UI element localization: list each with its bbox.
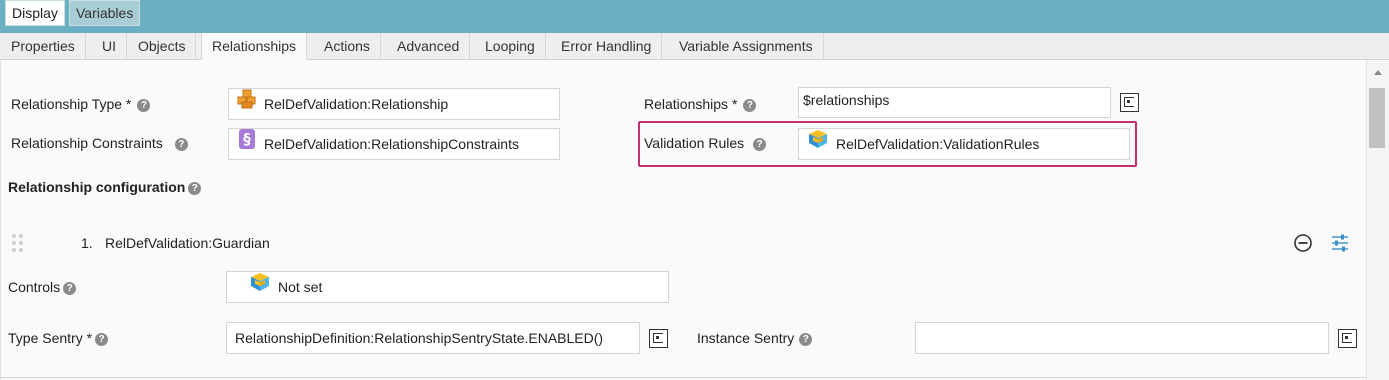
tab-variables[interactable]: Variables xyxy=(69,0,141,26)
instance-sentry-expression-button[interactable] xyxy=(1338,329,1357,348)
relationship-type-field[interactable]: RelDefValidation:Relationship xyxy=(228,88,560,120)
tab-bar: Properties UI Objects Relationships Acti… xyxy=(0,33,1389,61)
drag-handle-icon[interactable] xyxy=(10,233,26,253)
relationships-label: Relationships *? xyxy=(644,96,757,112)
scroll-thumb[interactable] xyxy=(1369,88,1385,148)
remove-circle-icon[interactable] xyxy=(1293,233,1313,253)
expression-icon xyxy=(1342,333,1352,343)
relationship-type-label: Relationship Type *? xyxy=(11,96,151,112)
expression-icon xyxy=(1124,97,1134,107)
rule-cube-icon xyxy=(249,272,271,302)
rule-cube-icon xyxy=(807,129,829,159)
controls-label: Controls? xyxy=(8,279,77,295)
type-sentry-expression-button[interactable] xyxy=(649,329,668,348)
help-icon[interactable]: ? xyxy=(753,137,767,151)
help-icon[interactable]: ? xyxy=(174,137,188,151)
help-icon[interactable]: ? xyxy=(95,332,109,346)
validation-rules-label: Validation Rules? xyxy=(644,135,767,151)
vertical-scrollbar[interactable] xyxy=(1366,60,1389,380)
section-sign-icon: § xyxy=(237,129,257,159)
svg-text:§: § xyxy=(243,130,251,148)
settings-sliders-icon[interactable] xyxy=(1330,233,1350,253)
business-object-icon xyxy=(237,89,257,119)
tab-error-handling[interactable]: Error Handling xyxy=(551,33,663,60)
validation-rules-field[interactable]: RelDefValidation:ValidationRules xyxy=(798,128,1130,160)
instance-sentry-input[interactable] xyxy=(915,322,1329,354)
config-item-number: 1. xyxy=(81,235,93,251)
tab-properties[interactable]: Properties xyxy=(1,33,86,60)
tab-advanced[interactable]: Advanced xyxy=(387,33,471,60)
relationship-constraints-label: Relationship Constraints? xyxy=(11,135,188,151)
tab-objects[interactable]: Objects xyxy=(128,33,197,60)
help-icon[interactable]: ? xyxy=(137,98,151,112)
instance-sentry-label: Instance Sentry? xyxy=(697,330,813,346)
tab-display[interactable]: Display xyxy=(5,0,65,26)
tab-relationships[interactable]: Relationships xyxy=(201,33,308,61)
tab-variable-assignments[interactable]: Variable Assignments xyxy=(669,33,824,60)
type-sentry-input[interactable]: RelationshipDefinition:RelationshipSentr… xyxy=(226,322,640,354)
scroll-up-arrow-icon[interactable] xyxy=(1374,70,1382,75)
controls-field[interactable]: Not set xyxy=(226,271,669,303)
expression-editor-button[interactable] xyxy=(1120,93,1139,112)
help-icon[interactable]: ? xyxy=(743,98,757,112)
divider xyxy=(0,377,1366,378)
help-icon[interactable]: ? xyxy=(63,281,77,295)
config-item-name: RelDefValidation:Guardian xyxy=(105,235,270,251)
tab-ui[interactable]: UI xyxy=(92,33,127,60)
tab-actions[interactable]: Actions xyxy=(314,33,381,60)
expression-icon xyxy=(653,333,663,343)
tab-looping[interactable]: Looping xyxy=(475,33,546,60)
relationship-constraints-field[interactable]: § RelDefValidation:RelationshipConstrain… xyxy=(228,128,560,160)
top-toolbar: Display Variables xyxy=(0,0,1389,33)
relationship-configuration-title: Relationship configuration? xyxy=(8,179,202,195)
help-icon[interactable]: ? xyxy=(188,181,202,195)
help-icon[interactable]: ? xyxy=(799,332,813,346)
relationships-input[interactable]: $relationships xyxy=(798,87,1111,118)
type-sentry-label: Type Sentry *? xyxy=(8,330,109,346)
